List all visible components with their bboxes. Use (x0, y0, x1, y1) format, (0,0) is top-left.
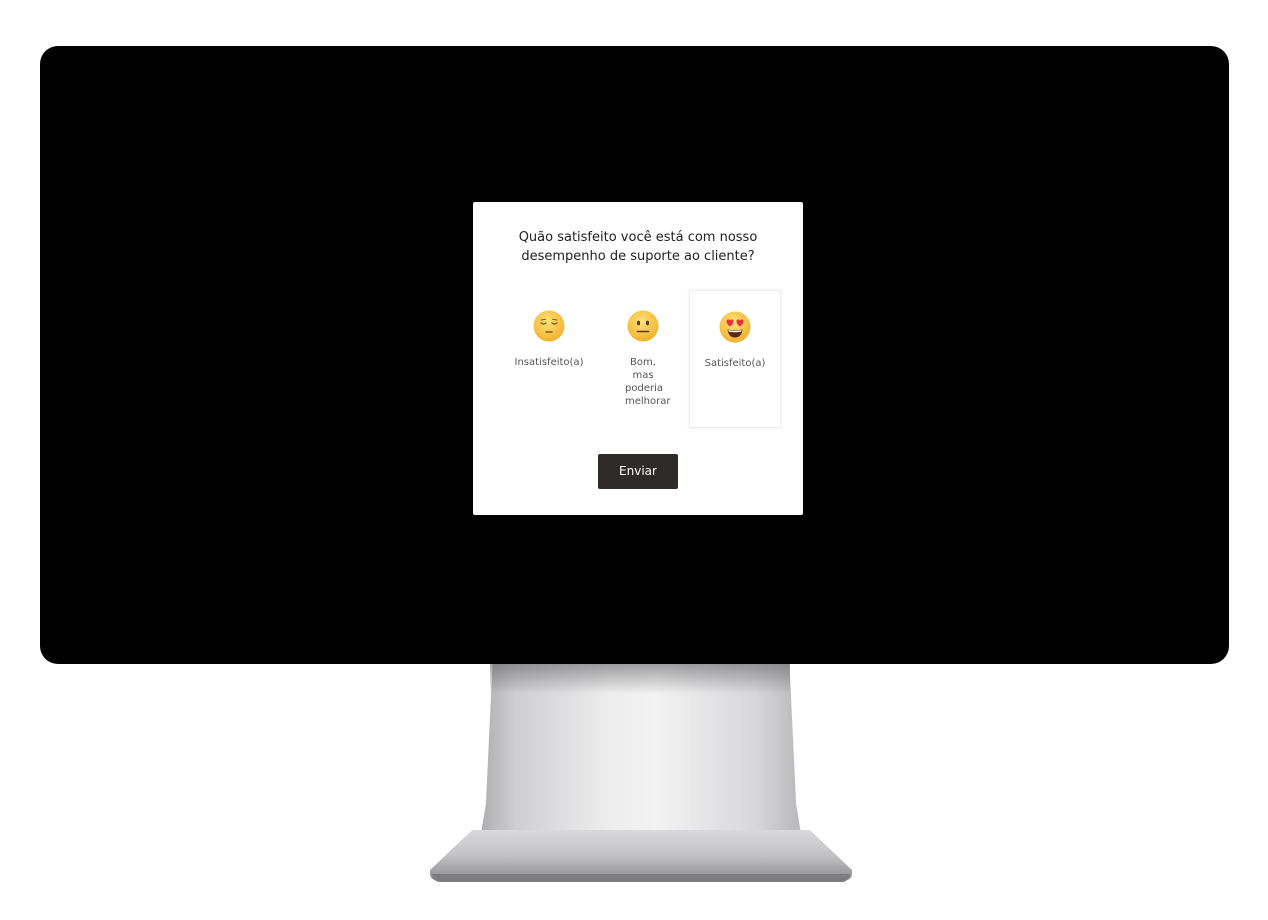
survey-question-line-2: desempenho de suporte ao cliente? (521, 249, 755, 264)
submit-button[interactable]: Enviar (598, 454, 678, 489)
survey-question: Quão satisfeito você está com nosso dese… (473, 228, 803, 266)
neutral-face-icon (627, 310, 659, 342)
unamused-face-icon (533, 310, 565, 342)
rating-option-unsatisfied[interactable]: Insatisfeito(a) (503, 290, 595, 428)
monitor-stand-base (430, 830, 852, 880)
rating-option-neutral[interactable]: Bom, mas poderia melhorar (597, 290, 689, 428)
survey-question-line-1: Quão satisfeito você está com nosso (518, 230, 758, 245)
monitor-stand-shadow (490, 664, 790, 694)
monitor-stand-base-edge (432, 874, 850, 882)
heart-eyes-face-icon (719, 311, 751, 343)
rating-option-label: Satisfeito(a) (704, 358, 766, 369)
monitor-mockup: Quão satisfeito você está com nosso dese… (0, 0, 1268, 920)
satisfaction-survey-dialog: Quão satisfeito você está com nosso dese… (473, 202, 803, 515)
rating-option-label: Insatisfeito(a) (514, 357, 584, 368)
rating-options: Insatisfeito(a) Bom, mas poderia melhora… (503, 290, 783, 428)
rating-option-label: Bom, mas poderia melhorar (625, 357, 671, 407)
rating-option-satisfied[interactable]: Satisfeito(a) (689, 290, 781, 428)
